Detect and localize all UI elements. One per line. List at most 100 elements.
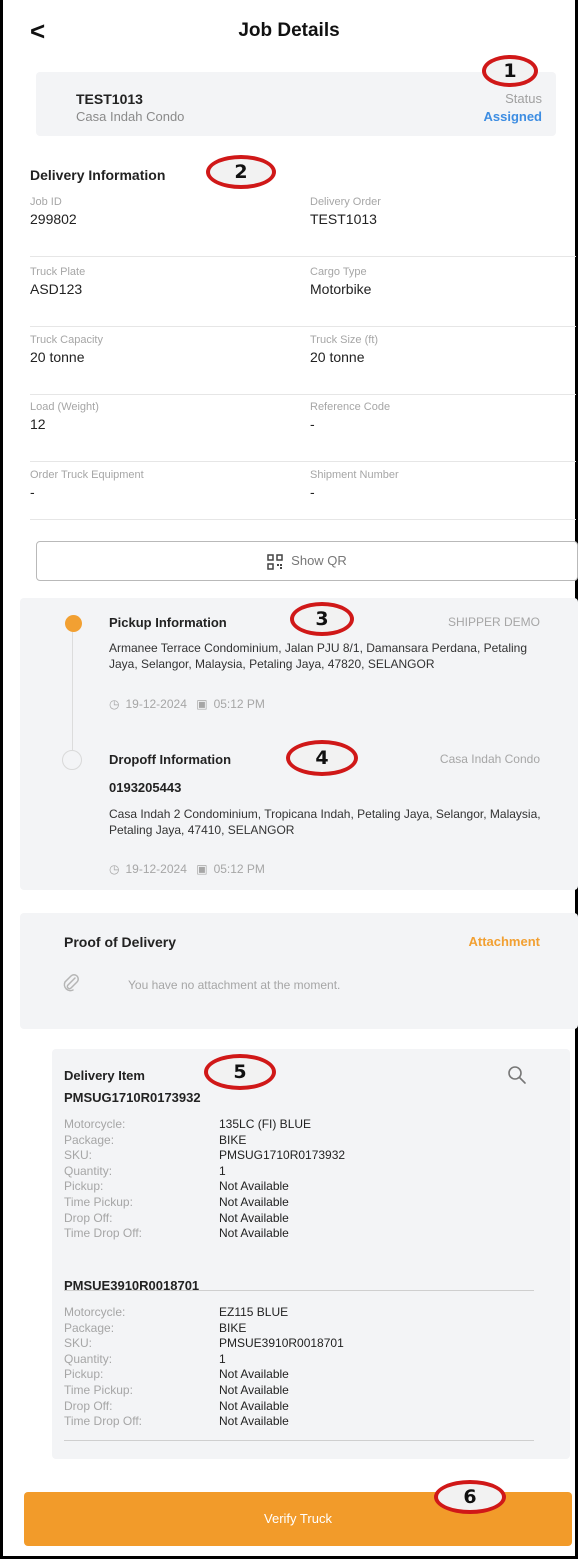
item-field-value: Not Available <box>219 1398 289 1413</box>
verify-truck-label: Verify Truck <box>264 1511 332 1526</box>
annotation-marker: 3 <box>290 602 354 636</box>
header: < Job Details <box>0 0 578 62</box>
proof-title: Proof of Delivery <box>64 934 177 950</box>
proof-of-delivery-card <box>20 913 578 1029</box>
item-field-label: Drop Off: <box>64 1398 113 1413</box>
item-field-value: PMSUG1710R0173932 <box>219 1148 346 1163</box>
info-label: Truck Capacity <box>30 334 103 346</box>
route-line <box>72 632 73 750</box>
item-field-label: Time Pickup: <box>64 1195 133 1209</box>
pickup-address: Armanee Terrace Condominium, Jalan PJU 8… <box>109 641 527 671</box>
item-code: PMSUE3910R0018701 <box>64 1278 200 1293</box>
show-qr-label: Show QR <box>291 553 347 568</box>
info-value: 20 tonne <box>310 349 365 365</box>
item-field-label: Time Drop Off: <box>64 1414 143 1429</box>
search-icon[interactable] <box>506 1064 528 1086</box>
qr-code-icon <box>267 553 283 570</box>
item-field-value: Not Available <box>219 1414 289 1429</box>
item-field-value: Not Available <box>219 1195 289 1209</box>
item-field-label: Package: <box>64 1132 115 1147</box>
pickup-shipper: SHIPPER DEMO <box>447 615 540 629</box>
annotation-marker: 6 <box>434 1480 506 1514</box>
dropoff-title: Dropoff Information <box>109 752 232 767</box>
info-label: Shipment Number <box>310 469 399 481</box>
dropoff-datetime: ◷ 19-12-2024 ▣ 05:12 PM <box>109 862 271 876</box>
dropoff-recipient: Casa Indah Condo <box>439 752 540 766</box>
item-field-value: EZ115 BLUE <box>219 1305 289 1319</box>
item-field-label: Motorcycle: <box>64 1305 126 1319</box>
attachment-button[interactable]: Attachment <box>468 934 540 949</box>
dropoff-address: Casa Indah 2 Condominium, Tropicana Inda… <box>109 807 541 837</box>
dropoff-date: 19-12-2024 <box>125 862 187 876</box>
page-title: Job Details <box>238 20 340 41</box>
status-badge: Assigned <box>483 109 542 124</box>
info-label: Reference Code <box>310 401 391 413</box>
info-value: - <box>310 484 315 500</box>
item-field-label: SKU: <box>64 1336 93 1351</box>
annotation-marker: 1 <box>482 55 538 87</box>
annotation-marker: 4 <box>286 740 358 776</box>
item-field-label: Drop Off: <box>64 1210 113 1225</box>
calendar-icon: ▣ <box>196 862 208 876</box>
item-field-label: Package: <box>64 1320 115 1335</box>
delivery-info-title: Delivery Information <box>30 167 166 183</box>
annotation-marker: 2 <box>206 155 276 189</box>
item-code: PMSUG1710R0173932 <box>64 1090 201 1105</box>
info-row: Truck Capacity 20 tonne Truck Size (ft) 20… <box>30 333 576 395</box>
annotation-marker: 5 <box>204 1054 276 1090</box>
item-field-value: Not Available <box>219 1210 289 1225</box>
pickup-dot <box>65 615 82 632</box>
item-field-value: BIKE <box>219 1132 247 1147</box>
item-divider <box>64 1440 534 1441</box>
no-attachment-text: You have no attachment at the moment. <box>128 978 341 992</box>
pickup-title: Pickup Information <box>109 615 227 630</box>
item-field-label: SKU: <box>64 1148 93 1163</box>
info-label: Load (Weight) <box>30 401 99 413</box>
info-label: Truck Size (ft) <box>310 334 379 346</box>
item-field-value: Not Available <box>219 1226 289 1241</box>
info-label: Delivery Order <box>310 196 381 208</box>
job-summary-card: TEST1013 Casa Indah Condo Status Assigne… <box>36 72 556 136</box>
info-label: Job ID <box>30 196 62 208</box>
info-value: Motorbike <box>310 281 372 297</box>
info-value: 299802 <box>30 211 77 227</box>
clock-icon: ◷ <box>109 862 120 876</box>
item-field-value: 1 <box>219 1163 226 1178</box>
pickup-time: 05:12 PM <box>213 697 265 711</box>
info-row: Load (Weight) 12 Reference Code - <box>30 400 576 462</box>
item-field-value: BIKE <box>219 1320 247 1335</box>
item-field-value: Not Available <box>219 1383 289 1397</box>
item-field-label: Quantity: <box>64 1351 113 1366</box>
info-row: Job ID 299802 Delivery Order TEST1013 <box>30 195 576 257</box>
info-value: - <box>30 484 35 500</box>
delivery-item-title: Delivery Item <box>64 1068 145 1083</box>
info-value: 20 tonne <box>30 349 85 365</box>
info-value: - <box>310 416 315 432</box>
item-field-label: Pickup: <box>64 1179 104 1194</box>
dropoff-dot <box>62 750 82 770</box>
item-field-value: Not Available <box>219 1179 289 1194</box>
paperclip-icon <box>63 974 79 992</box>
dropoff-time: 05:12 PM <box>213 862 265 876</box>
pickup-date: 19-12-2024 <box>125 697 187 711</box>
show-qr-button[interactable]: Show QR <box>36 541 578 581</box>
item-field-value: Not Available <box>219 1367 289 1382</box>
item-field-label: Motorcycle: <box>64 1117 126 1131</box>
dropoff-phone: 0193205443 <box>109 780 182 795</box>
job-location: Casa Indah Condo <box>76 109 185 124</box>
info-value: TEST1013 <box>310 211 377 227</box>
item-field-label: Time Drop Off: <box>64 1226 143 1241</box>
info-row: Truck Plate ASD123 Cargo Type Motorbike <box>30 265 576 327</box>
info-label: Truck Plate <box>30 266 86 278</box>
clock-icon: ◷ <box>109 697 120 711</box>
pickup-datetime: ◷ 19-12-2024 ▣ 05:12 PM <box>109 697 271 711</box>
item-field-label: Quantity: <box>64 1163 113 1178</box>
item-field-label: Pickup: <box>64 1367 104 1382</box>
info-label: Order Truck Equipment <box>30 469 144 481</box>
item-field-value: 135LC (FI) BLUE <box>219 1117 312 1131</box>
info-row: Order Truck Equipment - Shipment Number - <box>30 468 576 520</box>
info-value: ASD123 <box>30 281 83 297</box>
status-label: Status <box>505 91 542 106</box>
info-label: Cargo Type <box>310 266 367 278</box>
calendar-icon: ▣ <box>196 697 208 711</box>
